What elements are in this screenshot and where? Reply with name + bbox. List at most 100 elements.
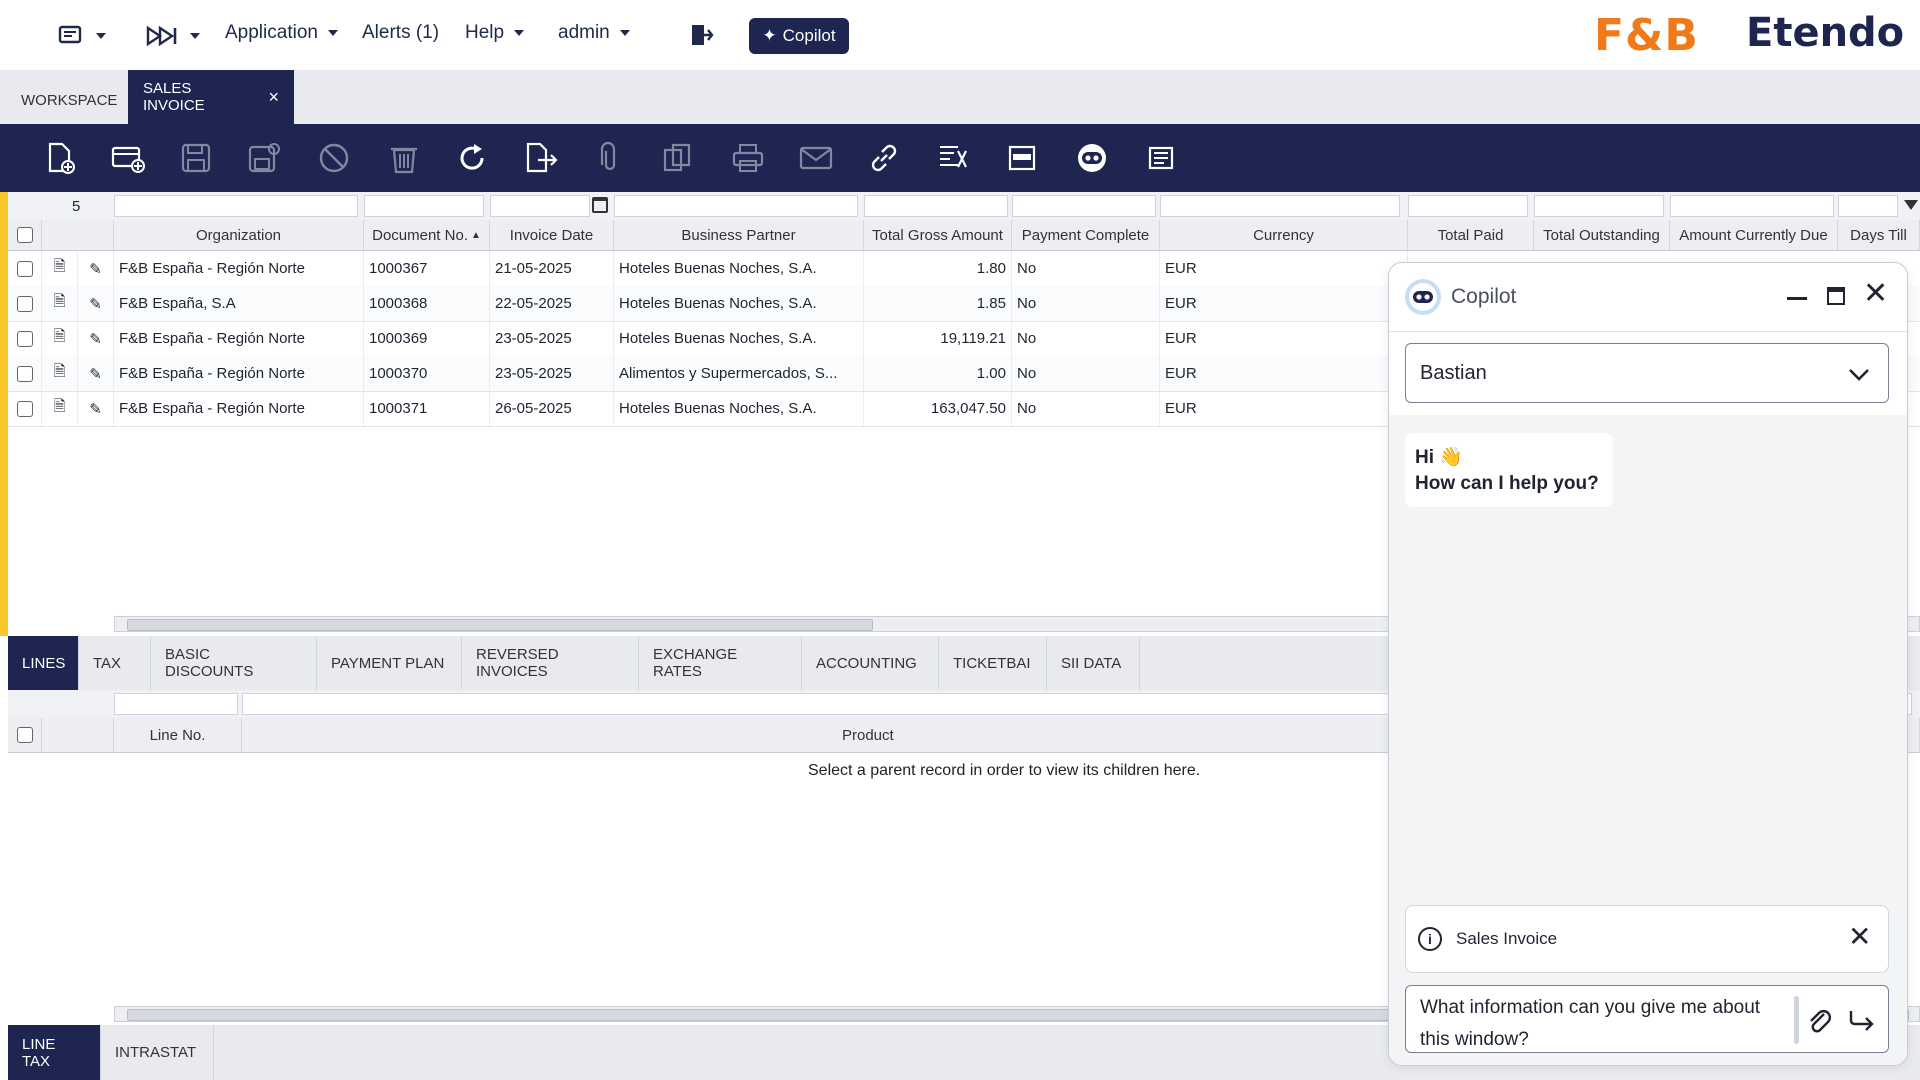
days-till-filter[interactable] <box>1838 195 1898 217</box>
col-organization[interactable]: Organization <box>114 220 364 250</box>
tab-exchange-rates[interactable]: EXCHANGE RATES <box>639 636 802 690</box>
new-row-icon[interactable] <box>110 141 146 175</box>
close-tab-icon[interactable]: × <box>268 87 279 108</box>
chevron-down-icon <box>190 33 200 39</box>
document-icon[interactable]: 🗎 <box>42 391 78 426</box>
quick-launch-menu[interactable] <box>146 24 200 48</box>
maximize-icon[interactable] <box>1827 287 1845 305</box>
export-icon[interactable] <box>522 141 558 175</box>
edit-pencil-icon[interactable]: ✎ <box>78 251 114 286</box>
attach-file-icon[interactable] <box>1806 1006 1832 1036</box>
tab-workspace[interactable]: WORKSPACE <box>6 70 128 124</box>
tab-sales-invoice[interactable]: SALES INVOICE × <box>128 70 294 124</box>
assistant-select[interactable]: Bastian <box>1405 343 1889 403</box>
invoice-date-filter[interactable] <box>490 195 590 217</box>
logout-button[interactable] <box>688 22 714 48</box>
copilot-button[interactable]: ✦ Copilot <box>749 18 849 54</box>
workspace-menu[interactable] <box>58 24 106 48</box>
col-business-partner[interactable]: Business Partner <box>614 220 864 250</box>
help-menu[interactable]: Help <box>465 22 525 44</box>
checkbox[interactable] <box>16 330 33 347</box>
total-gross-filter[interactable] <box>864 195 1008 217</box>
child-select-all[interactable] <box>8 718 42 752</box>
copilot-icon[interactable] <box>1074 141 1110 175</box>
copy-icon <box>660 141 696 175</box>
line-no-filter[interactable] <box>114 693 238 715</box>
select-all-checkbox[interactable] <box>8 220 42 250</box>
toolbar <box>0 124 1920 192</box>
col-currency[interactable]: Currency <box>1160 220 1408 250</box>
minimize-icon[interactable] <box>1787 297 1807 300</box>
checkbox[interactable] <box>16 727 33 743</box>
row-checkbox[interactable] <box>8 286 42 321</box>
calendar-icon[interactable] <box>592 197 608 213</box>
col-document-no[interactable]: Document No. ▲ <box>364 220 490 250</box>
tab-tax[interactable]: TAX <box>79 636 151 690</box>
col-total-paid[interactable]: Total Paid <box>1408 220 1534 250</box>
remove-context-icon[interactable]: ✕ <box>1848 922 1871 952</box>
chevron-down-icon <box>514 30 525 36</box>
edit-pencil-icon[interactable]: ✎ <box>78 321 114 356</box>
send-icon[interactable] <box>1848 1008 1876 1034</box>
checkbox[interactable] <box>16 400 33 417</box>
document-icon[interactable]: 🗎 <box>42 356 78 391</box>
organization-filter[interactable] <box>114 195 358 217</box>
row-checkbox[interactable] <box>8 251 42 286</box>
business-partner-filter[interactable] <box>614 195 858 217</box>
tab-basic-discounts[interactable]: BASIC DISCOUNTS <box>151 636 317 690</box>
refresh-icon[interactable] <box>454 141 490 175</box>
alerts-link[interactable]: Alerts (1) <box>362 22 439 44</box>
tab-payment-plan[interactable]: PAYMENT PLAN <box>317 636 462 690</box>
edit-pencil-icon[interactable]: ✎ <box>78 391 114 426</box>
document-icon[interactable]: 🗎 <box>42 286 78 321</box>
payment-complete-filter[interactable] <box>1012 195 1156 217</box>
tab-accounting[interactable]: ACCOUNTING <box>802 636 939 690</box>
row-checkbox[interactable] <box>8 321 42 356</box>
row-checkbox[interactable] <box>8 391 42 426</box>
currency-filter[interactable] <box>1160 195 1400 217</box>
edit-pencil-icon[interactable]: ✎ <box>78 356 114 391</box>
message-input-text[interactable]: What information can you give me about t… <box>1420 992 1790 1056</box>
close-icon[interactable]: ✕ <box>1863 279 1888 309</box>
document-no-filter[interactable] <box>364 195 484 217</box>
new-document-icon[interactable] <box>42 141 78 175</box>
col-total-gross[interactable]: Total Gross Amount <box>864 220 1012 250</box>
tab-lines[interactable]: LINES <box>8 636 79 690</box>
total-outstanding-filter[interactable] <box>1534 195 1664 217</box>
cell-invoice-date: 21-05-2025 <box>490 251 614 286</box>
col-document-no-label: Document No. <box>372 226 468 244</box>
notes-icon[interactable] <box>1142 141 1178 175</box>
checkbox[interactable] <box>16 260 33 277</box>
link-icon[interactable] <box>866 141 902 175</box>
checkbox[interactable] <box>16 295 33 312</box>
scrollbar-thumb[interactable] <box>127 619 873 631</box>
amount-due-filter[interactable] <box>1670 195 1834 217</box>
col-total-outstanding[interactable]: Total Outstanding <box>1534 220 1670 250</box>
process-icon[interactable] <box>936 141 972 175</box>
tab-reversed-invoices[interactable]: REVERSED INVOICES <box>462 636 639 690</box>
col-invoice-date[interactable]: Invoice Date <box>490 220 614 250</box>
checkbox[interactable] <box>16 227 33 243</box>
message-input[interactable]: What information can you give me about t… <box>1405 985 1889 1053</box>
document-icon[interactable]: 🗎 <box>42 321 78 356</box>
filter-funnel-icon[interactable] <box>1904 200 1918 210</box>
col-days-till[interactable]: Days Till <box>1838 220 1920 250</box>
col-payment-complete[interactable]: Payment Complete <box>1012 220 1160 250</box>
tab-intrastat[interactable]: INTRASTAT <box>101 1025 214 1080</box>
user-menu[interactable]: admin <box>558 22 630 44</box>
col-line-no[interactable]: Line No. <box>114 718 242 752</box>
tab-sii-data[interactable]: SII DATA <box>1047 636 1140 690</box>
record-count: 5 <box>72 198 81 215</box>
tab-ticketbai[interactable]: TICKETBAI <box>939 636 1047 690</box>
row-checkbox[interactable] <box>8 356 42 391</box>
input-scrollbar[interactable] <box>1794 996 1799 1044</box>
document-icon[interactable]: 🗎 <box>42 251 78 286</box>
form-view-icon[interactable] <box>1004 141 1040 175</box>
tab-line-tax[interactable]: LINE TAX <box>8 1025 101 1080</box>
application-menu[interactable]: Application <box>225 22 338 44</box>
total-paid-filter[interactable] <box>1408 195 1528 217</box>
cell-organization: F&B España - Región Norte <box>114 391 364 426</box>
edit-pencil-icon[interactable]: ✎ <box>78 286 114 321</box>
col-amount-due[interactable]: Amount Currently Due <box>1670 220 1838 250</box>
checkbox[interactable] <box>16 365 33 382</box>
